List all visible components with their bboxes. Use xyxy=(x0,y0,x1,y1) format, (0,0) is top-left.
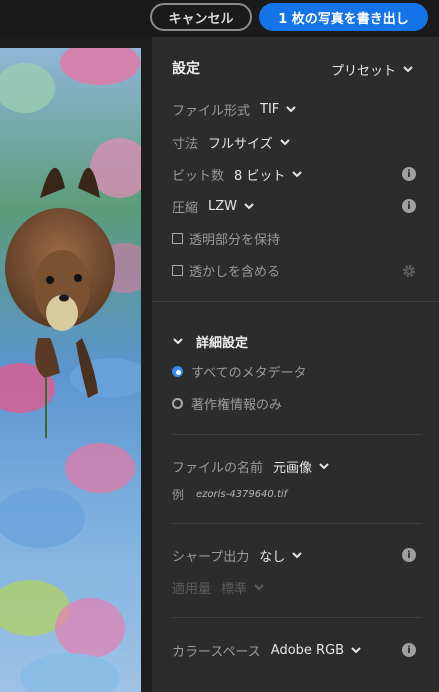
settings-section-header: 設定 xyxy=(172,58,200,78)
bit-depth-value: 8 ビット xyxy=(234,168,286,184)
sharpen-value: なし xyxy=(259,549,286,565)
chevron-down-icon xyxy=(279,136,291,148)
amount-value: 標準 xyxy=(221,581,248,597)
file-name-label: ファイルの名前 xyxy=(172,460,264,476)
preset-label: プリセット xyxy=(331,63,397,79)
chevron-down-icon xyxy=(318,460,330,472)
color-space-row[interactable]: カラースペース Adobe RGB xyxy=(172,640,362,660)
chevron-down-icon xyxy=(402,63,414,75)
keep-transparency-label: 透明部分を保持 xyxy=(189,232,281,248)
file-format-value: TIF xyxy=(260,101,280,117)
bit-depth-label: ビット数 xyxy=(172,168,225,184)
cancel-button[interactable]: キャンセル xyxy=(150,3,252,31)
chevron-down-icon xyxy=(350,644,362,656)
info-icon[interactable]: i xyxy=(402,548,416,562)
info-icon[interactable]: i xyxy=(402,167,416,181)
chevron-down-icon xyxy=(285,103,297,115)
dimensions-value: フルサイズ xyxy=(208,136,273,152)
chevron-down-icon xyxy=(253,581,265,593)
keep-transparency-checkbox[interactable]: 透明部分を保持 xyxy=(172,228,280,248)
export-button[interactable]: 1 枚の写真を書き出し xyxy=(259,3,428,31)
example-value: ezoris-4379640.tif xyxy=(196,488,288,500)
info-icon[interactable]: i xyxy=(402,643,416,657)
settings-title: 設定 xyxy=(172,61,200,77)
radio-unselected[interactable] xyxy=(172,397,183,409)
file-name-value: 元画像 xyxy=(273,460,313,476)
sharpen-label: シャープ出力 xyxy=(172,549,250,565)
metadata-copyright-radio[interactable]: 著作権情報のみ xyxy=(172,393,282,413)
bit-depth-row[interactable]: ビット数 8 ビット xyxy=(172,164,303,184)
compression-value: LZW xyxy=(208,198,238,214)
checkbox-box[interactable] xyxy=(172,264,183,276)
file-format-row[interactable]: ファイル形式 TIF xyxy=(172,99,297,119)
advanced-title: 詳細設定 xyxy=(196,335,249,351)
file-name-example: 例 ezoris-4379640.tif xyxy=(172,484,287,504)
chevron-down-icon xyxy=(291,549,303,561)
section-divider xyxy=(172,617,422,618)
top-bar: キャンセル 1 枚の写真を書き出し xyxy=(0,0,439,37)
metadata-copyright-label: 著作権情報のみ xyxy=(191,397,283,413)
gear-icon[interactable] xyxy=(402,263,416,277)
sharpen-amount-row: 適用量 標準 xyxy=(172,577,265,597)
export-settings-panel: 設定 プリセット ファイル形式 TIF 寸法 フルサイズ ビット数 8 ビット … xyxy=(152,37,439,692)
section-divider xyxy=(172,434,422,435)
sharpen-row[interactable]: シャープ出力 なし xyxy=(172,545,303,565)
include-watermark-label: 透かしを含める xyxy=(189,264,281,280)
chevron-down-icon xyxy=(291,168,303,180)
include-watermark-checkbox[interactable]: 透かしを含める xyxy=(172,260,280,280)
example-label: 例 xyxy=(172,487,185,502)
chevron-down-icon xyxy=(172,335,184,347)
color-space-label: カラースペース xyxy=(172,644,261,660)
compression-row[interactable]: 圧縮 LZW xyxy=(172,196,255,216)
checkbox-box[interactable] xyxy=(172,232,183,244)
section-divider xyxy=(172,523,422,524)
file-name-row[interactable]: ファイルの名前 元画像 xyxy=(172,456,330,476)
info-icon[interactable]: i xyxy=(402,199,416,213)
radio-selected[interactable] xyxy=(172,365,183,377)
photo-preview xyxy=(0,48,141,692)
amount-label: 適用量 xyxy=(172,581,212,597)
chevron-down-icon xyxy=(243,200,255,212)
dimensions-row[interactable]: 寸法 フルサイズ xyxy=(172,132,291,152)
color-space-value: Adobe RGB xyxy=(270,642,345,658)
advanced-section-header[interactable]: 詳細設定 xyxy=(172,331,248,351)
compression-label: 圧縮 xyxy=(172,200,199,216)
squirrel-photo xyxy=(0,48,141,692)
file-format-label: ファイル形式 xyxy=(172,103,251,119)
metadata-all-label: すべてのメタデータ xyxy=(191,365,307,381)
section-divider xyxy=(152,301,439,302)
preset-dropdown[interactable]: プリセット xyxy=(331,59,414,79)
metadata-all-radio[interactable]: すべてのメタデータ xyxy=(172,361,307,381)
dimensions-label: 寸法 xyxy=(172,136,199,152)
